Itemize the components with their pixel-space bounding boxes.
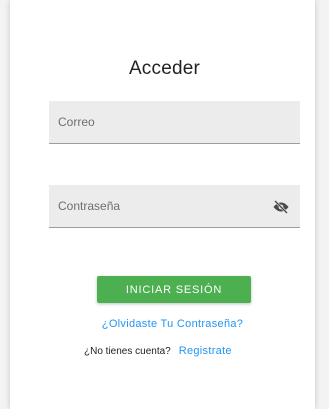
login-button[interactable]: INICIAR SESIÓN	[97, 276, 251, 303]
register-link[interactable]: Registrate	[179, 345, 232, 357]
no-account-text: ¿No tienes cuenta?	[84, 346, 171, 357]
email-field[interactable]	[49, 101, 300, 144]
register-row: ¿No tienes cuenta? Registrate	[84, 345, 232, 357]
page-title: Acceder	[128, 58, 201, 79]
eye-off-icon[interactable]	[272, 198, 290, 216]
email-input[interactable]	[49, 101, 258, 143]
forgot-password-link[interactable]: ¿Olvidaste Tu Contraseña?	[0, 318, 329, 330]
password-input[interactable]	[49, 185, 258, 227]
password-field[interactable]	[49, 185, 300, 228]
